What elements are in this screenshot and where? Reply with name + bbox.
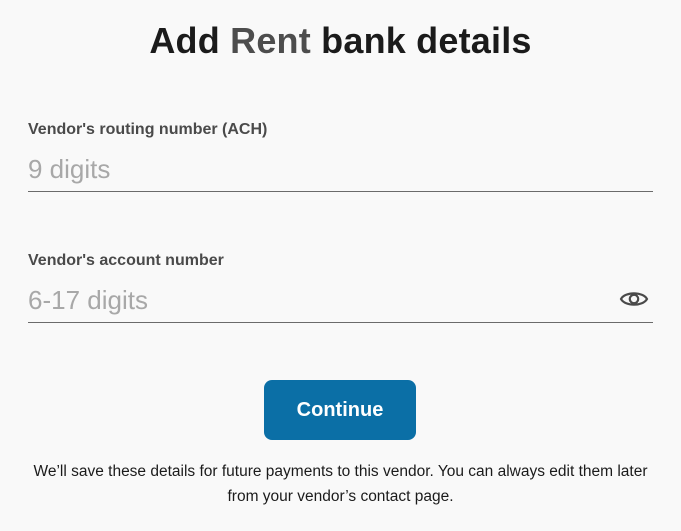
save-details-note: We’ll save these details for future paym… [33, 463, 648, 505]
add-bank-details-page: Add Rent bank details Vendor's routing n… [0, 0, 681, 531]
routing-number-label: Vendor's routing number (ACH) [28, 121, 268, 138]
routing-number-field: Vendor's routing number (ACH) [28, 121, 653, 192]
account-number-field: Vendor's account number [28, 252, 653, 323]
page-title: Add Rent bank details [0, 20, 681, 62]
account-number-label: Vendor's account number [28, 252, 224, 269]
title-vendor-name: Rent [230, 20, 311, 61]
account-number-input[interactable] [28, 282, 608, 318]
routing-number-input[interactable] [28, 151, 608, 187]
title-suffix: bank details [321, 20, 532, 61]
account-number-input-wrapper [28, 282, 653, 323]
title-prefix: Add [149, 20, 220, 61]
routing-number-input-wrapper [28, 151, 653, 192]
continue-button[interactable]: Continue [264, 380, 416, 440]
eye-icon[interactable] [619, 288, 649, 310]
